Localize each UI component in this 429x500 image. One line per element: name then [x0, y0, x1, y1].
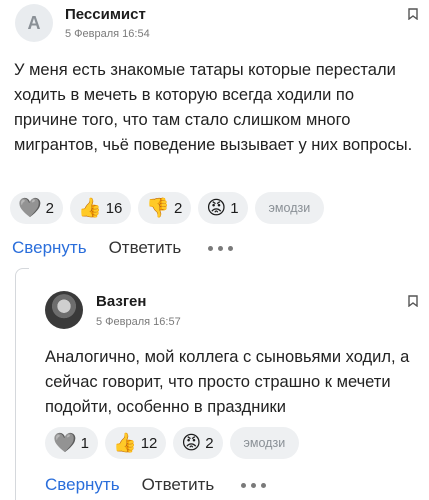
thumbs-down-icon: 👎: [146, 197, 171, 219]
reaction-angry[interactable]: 😡 2: [173, 427, 223, 459]
comment-text: Аналогично, мой коллега с сыновьями ходи…: [45, 348, 410, 416]
more-options-icon[interactable]: [208, 245, 234, 251]
avatar[interactable]: [45, 291, 83, 329]
comment: A Пессимист 5 Февраля 16:54 У меня есть …: [0, 0, 429, 270]
reaction-count: 2: [45, 199, 55, 217]
reply-comment: Вазген 5 Февраля 16:57 Аналогично, мой к…: [0, 285, 429, 500]
more-options-icon[interactable]: [241, 482, 267, 488]
reaction-count: 16: [105, 199, 123, 217]
reactions-bar: 🩶 1 👍 12 😡 2 эмодзи: [45, 427, 300, 459]
reaction-count: 2: [205, 434, 214, 452]
reactions-bar: 🩶 2 👍 16 👎 2 😡 1 эмодзи: [10, 192, 325, 224]
thumbs-up-icon: 👍: [78, 197, 102, 219]
author-name[interactable]: Пессимист: [65, 6, 146, 23]
reaction-thumbs-up[interactable]: 👍 12: [105, 427, 167, 459]
comment-actions: Свернуть Ответить: [12, 238, 234, 258]
thumbs-up-icon: 👍: [113, 432, 137, 454]
bookmark-icon[interactable]: [408, 295, 418, 307]
reaction-heart[interactable]: 🩶 1: [45, 427, 99, 459]
reply-button[interactable]: Ответить: [109, 238, 182, 258]
emoji-button[interactable]: эмодзи: [254, 192, 325, 224]
reaction-count: 1: [80, 434, 90, 452]
comment-actions: Свернуть Ответить: [45, 475, 267, 495]
bookmark-icon[interactable]: [408, 8, 418, 20]
emoji-button[interactable]: эмодзи: [229, 427, 300, 459]
angry-face-icon: 😡: [181, 432, 202, 454]
comment-date: 5 Февраля 16:54: [65, 28, 150, 40]
reaction-thumbs-up[interactable]: 👍 16: [70, 192, 132, 224]
reaction-heart[interactable]: 🩶 2: [10, 192, 64, 224]
author-name[interactable]: Вазген: [96, 293, 146, 310]
angry-face-icon: 😡: [206, 197, 227, 219]
reaction-thumbs-down[interactable]: 👎 2: [138, 192, 192, 224]
avatar[interactable]: A: [15, 4, 53, 42]
reaction-count: 12: [140, 434, 158, 452]
heart-icon: 🩶: [18, 197, 42, 219]
comment-date: 5 Февраля 16:57: [96, 316, 181, 328]
reaction-count: 2: [174, 199, 183, 217]
reaction-angry[interactable]: 😡 1: [198, 192, 248, 224]
comment-text: У меня есть знакомые татары которые пере…: [14, 61, 413, 154]
heart-icon: 🩶: [53, 432, 77, 454]
collapse-button[interactable]: Свернуть: [12, 238, 87, 258]
reply-button[interactable]: Ответить: [142, 475, 215, 495]
reaction-count: 1: [230, 199, 239, 217]
collapse-button[interactable]: Свернуть: [45, 475, 120, 495]
